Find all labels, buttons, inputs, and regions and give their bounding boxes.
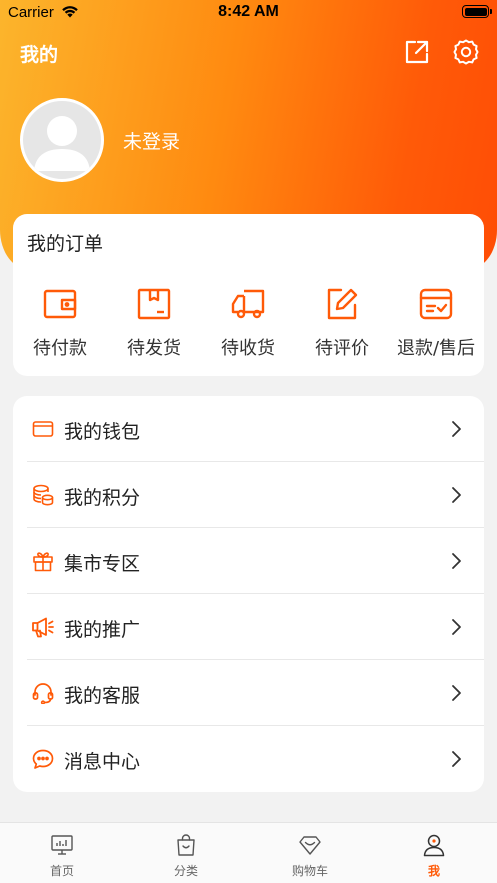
gift-icon bbox=[33, 552, 53, 572]
orders-title: 我的订单 bbox=[27, 233, 104, 255]
chevron-right-icon bbox=[452, 487, 461, 503]
battery-icon bbox=[462, 5, 492, 18]
page-title: 我的 bbox=[20, 44, 59, 66]
truck-icon bbox=[231, 289, 265, 319]
tab-cart[interactable]: 购物车 bbox=[248, 833, 372, 879]
tab-me[interactable]: 我 bbox=[372, 833, 496, 879]
menu-item-market[interactable]: 集市专区 bbox=[13, 528, 484, 594]
bag-icon bbox=[177, 834, 195, 856]
menu-label: 我的钱包 bbox=[64, 421, 141, 443]
message-icon bbox=[32, 749, 54, 769]
default-avatar-icon bbox=[34, 116, 90, 171]
login-prompt[interactable]: 未登录 bbox=[123, 127, 180, 154]
share-icon[interactable] bbox=[403, 38, 431, 66]
tab-bar: 首页 分类 购物车 我 bbox=[0, 822, 497, 883]
refund-icon bbox=[419, 288, 453, 320]
orders-card: 我的订单 待付款 待发货 待收货 待评价 退款/售后 bbox=[13, 214, 484, 376]
headset-icon bbox=[32, 683, 54, 704]
menu-label: 我的客服 bbox=[64, 685, 141, 707]
tab-home[interactable]: 首页 bbox=[0, 833, 124, 879]
diamond-icon bbox=[299, 836, 321, 855]
chevron-right-icon bbox=[452, 619, 461, 635]
chevron-right-icon bbox=[452, 751, 461, 767]
chevron-right-icon bbox=[452, 685, 461, 701]
menu-card: 我的钱包 我的积分 集市专区 我的推广 我的客服 消息中心 bbox=[13, 396, 484, 792]
avatar[interactable] bbox=[20, 98, 104, 182]
menu-label: 集市专区 bbox=[64, 553, 141, 575]
order-label: 待评价 bbox=[315, 338, 369, 359]
order-label: 待付款 bbox=[33, 338, 87, 359]
menu-item-customer-service[interactable]: 我的客服 bbox=[13, 660, 484, 726]
wallet-icon bbox=[43, 289, 77, 319]
order-label: 待发货 bbox=[127, 338, 181, 359]
tab-label: 首页 bbox=[49, 864, 74, 878]
order-pending-shipment[interactable]: 待发货 bbox=[107, 286, 201, 360]
order-label: 待收货 bbox=[221, 338, 275, 359]
coins-icon bbox=[33, 484, 54, 506]
chevron-right-icon bbox=[452, 421, 461, 437]
order-pending-review[interactable]: 待评价 bbox=[295, 286, 389, 360]
tab-label: 我 bbox=[427, 864, 440, 878]
wallet-icon bbox=[32, 421, 54, 437]
clock: 8:42 AM bbox=[218, 3, 279, 20]
user-icon bbox=[423, 834, 445, 857]
gear-icon[interactable] bbox=[452, 38, 480, 66]
menu-label: 我的推广 bbox=[64, 619, 141, 641]
menu-item-points[interactable]: 我的积分 bbox=[13, 462, 484, 528]
menu-item-promotion[interactable]: 我的推广 bbox=[13, 594, 484, 660]
order-pending-payment[interactable]: 待付款 bbox=[13, 286, 107, 360]
package-icon bbox=[137, 288, 171, 320]
menu-label: 我的积分 bbox=[64, 487, 141, 509]
megaphone-icon bbox=[32, 617, 54, 638]
menu-label: 消息中心 bbox=[64, 751, 141, 773]
order-refund[interactable]: 退款/售后 bbox=[389, 286, 483, 360]
status-bar: Carrier 8:42 AM bbox=[0, 0, 497, 28]
order-label: 退款/售后 bbox=[396, 338, 476, 359]
menu-item-messages[interactable]: 消息中心 bbox=[13, 726, 484, 792]
tab-label: 购物车 bbox=[291, 864, 328, 878]
menu-item-wallet[interactable]: 我的钱包 bbox=[13, 396, 484, 462]
tab-category[interactable]: 分类 bbox=[124, 833, 248, 879]
edit-icon bbox=[327, 288, 358, 320]
chevron-right-icon bbox=[452, 553, 461, 569]
tab-label: 分类 bbox=[173, 864, 198, 878]
order-pending-receipt[interactable]: 待收货 bbox=[201, 286, 295, 360]
home-monitor-icon bbox=[51, 835, 73, 855]
